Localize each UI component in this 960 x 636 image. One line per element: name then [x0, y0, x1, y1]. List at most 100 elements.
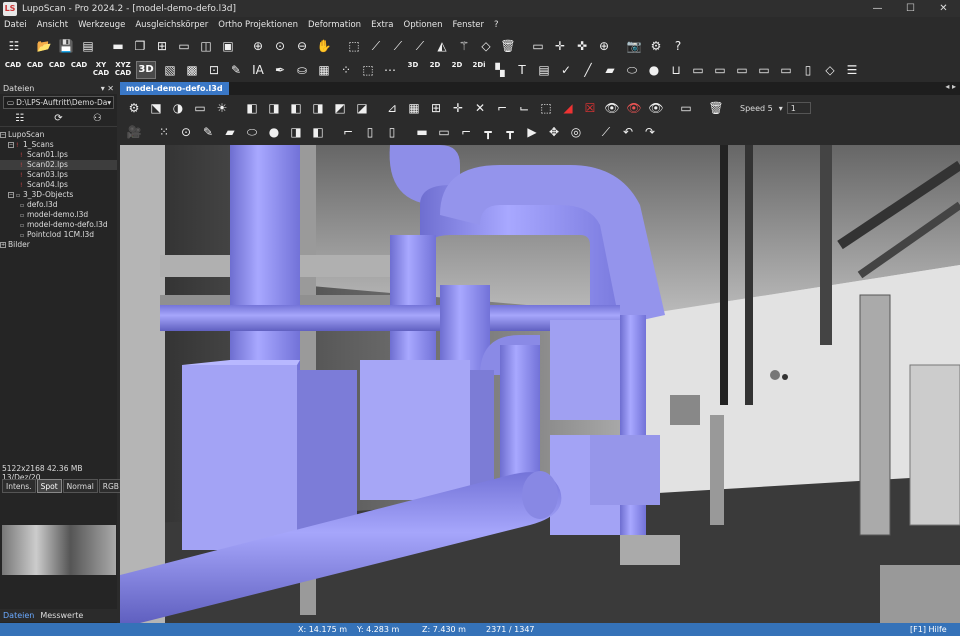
view-3d-button[interactable]: 3D	[136, 61, 156, 79]
open-folder-icon[interactable]: 📂	[36, 38, 52, 54]
cube-front-icon[interactable]: ◧	[244, 100, 260, 116]
fill-icon[interactable]: ◭	[434, 38, 450, 54]
hand-icon[interactable]: ✋	[316, 38, 332, 54]
tab-dateien[interactable]: Dateien	[0, 609, 37, 622]
box3-icon[interactable]: ◧	[310, 124, 326, 140]
elbow-icon[interactable]: ⌐	[458, 124, 474, 140]
screen1-icon[interactable]: ▭	[690, 62, 706, 78]
eye-icon[interactable]: 👁	[604, 100, 620, 116]
menu-ansicht[interactable]: Ansicht	[37, 20, 68, 30]
cad-export4-button[interactable]: CAD	[70, 61, 88, 79]
grid-icon[interactable]: ▦	[406, 100, 422, 116]
tree-node[interactable]: −! 1_Scans	[0, 140, 117, 150]
tab-messwerte[interactable]: Messwerte	[37, 609, 86, 622]
screen4-icon[interactable]: ▭	[756, 62, 772, 78]
crosshair2-icon[interactable]: ✜	[574, 38, 590, 54]
cylinder-icon[interactable]: ⬭	[624, 62, 640, 78]
grid4-icon[interactable]: ⊞	[154, 38, 170, 54]
plane-icon[interactable]: ▰	[602, 62, 618, 78]
list-icon[interactable]: ☰	[844, 62, 860, 78]
split-h-icon[interactable]: ▭	[176, 38, 192, 54]
tree-node[interactable]: ▫ model-demo-defo.l3d	[0, 220, 117, 230]
paint-icon[interactable]: ✎	[228, 62, 244, 78]
menu-werkzeuge[interactable]: Werkzeuge	[78, 20, 125, 30]
windows-icon[interactable]: ❐	[132, 38, 148, 54]
eye-red-icon[interactable]: 👁	[626, 100, 642, 116]
wall-icon[interactable]: ▯	[362, 124, 378, 140]
ruler-icon[interactable]: ▭	[530, 38, 546, 54]
menu-ortho[interactable]: Ortho Projektionen	[218, 20, 298, 30]
corner3-icon[interactable]: ⌐	[340, 124, 356, 140]
crosshair-icon[interactable]: ✛	[552, 38, 568, 54]
perspective-icon[interactable]: ⊿	[384, 100, 400, 116]
eraser2-icon[interactable]: ◇	[822, 62, 838, 78]
speed-control[interactable]: Speed 5 ▾ 1	[740, 102, 811, 114]
checkmark-icon[interactable]: ✓	[558, 62, 574, 78]
dots-icon[interactable]: ⋯	[382, 62, 398, 78]
checker-icon[interactable]: ▚	[492, 62, 508, 78]
minimize-icon[interactable]: —	[861, 0, 894, 17]
tree-node[interactable]: ▫ defo.l3d	[0, 200, 117, 210]
tree-node[interactable]: ! Scan03.lps	[0, 170, 117, 180]
menu-extra[interactable]: Extra	[371, 20, 393, 30]
globe2-icon[interactable]: ◎	[568, 124, 584, 140]
menu-datei[interactable]: Datei	[4, 20, 27, 30]
menu-ausgleichskoerper[interactable]: Ausgleichskörper	[135, 20, 208, 30]
camera-icon[interactable]: 📷	[626, 38, 642, 54]
menu-fenster[interactable]: Fenster	[453, 20, 485, 30]
tee-icon[interactable]: ┳	[480, 124, 496, 140]
speed-arrows-icon[interactable]: ▾	[779, 104, 783, 113]
target-icon[interactable]: ⊕	[596, 38, 612, 54]
document-icon[interactable]: ▤	[536, 62, 552, 78]
plane2-icon[interactable]: ▰	[222, 124, 238, 140]
cube-left-icon[interactable]: ◧	[288, 100, 304, 116]
trash-icon[interactable]: 🗑	[500, 38, 516, 54]
split-v-icon[interactable]: ◫	[198, 38, 214, 54]
corner2-icon[interactable]: ⌙	[516, 100, 532, 116]
xyz-cad-button[interactable]: XYZ CAD	[114, 61, 132, 79]
corner-icon[interactable]: ⌐	[494, 100, 510, 116]
tree-node[interactable]: ! Scan01.lps	[0, 150, 117, 160]
pipette-icon[interactable]: ✎	[200, 124, 216, 140]
monitor-icon[interactable]: ▭	[192, 100, 208, 116]
zoom-icon[interactable]: ⊙	[272, 38, 288, 54]
tree-node[interactable]: − LupoScan	[0, 130, 117, 140]
menu-deformation[interactable]: Deformation	[308, 20, 361, 30]
ia-icon[interactable]: IA	[250, 62, 266, 78]
mesh-icon[interactable]: ▩	[184, 62, 200, 78]
points-icon[interactable]: ⁘	[338, 62, 354, 78]
mode-normal-button[interactable]: Normal	[62, 479, 98, 493]
2di-button[interactable]: 2Di	[470, 61, 488, 79]
speed-value[interactable]: 1	[786, 102, 811, 114]
ls-icon[interactable]: ▤	[80, 38, 96, 54]
tree-node[interactable]: − ▫ 3_3D-Objects	[0, 190, 117, 200]
trash2-icon[interactable]: 🗑	[708, 100, 724, 116]
line-tool-icon[interactable]: ⟋	[368, 38, 384, 54]
line-icon[interactable]: ╱	[580, 62, 596, 78]
cube-right-icon[interactable]: ◨	[310, 100, 326, 116]
tree-icon[interactable]: ☷	[6, 38, 22, 54]
box2-icon[interactable]: ◨	[288, 124, 304, 140]
light-icon[interactable]: ☀	[214, 100, 230, 116]
move-icon[interactable]: ✥	[546, 124, 562, 140]
shape-icon[interactable]: ⊔	[668, 62, 684, 78]
gear-icon[interactable]: ⚙	[648, 38, 664, 54]
wand-icon[interactable]: ⚚	[456, 38, 472, 54]
screen2-icon[interactable]: ▭	[712, 62, 728, 78]
cad-export2-button[interactable]: CAD	[26, 61, 44, 79]
sphere2-icon[interactable]: ●	[266, 124, 282, 140]
eraser-icon[interactable]: ◇	[478, 38, 494, 54]
cylinder2-icon[interactable]: ⬭	[244, 124, 260, 140]
scan-pos-icon[interactable]: ⊙	[178, 124, 194, 140]
document-tab[interactable]: model-demo-defo.l3d	[120, 82, 229, 95]
xy-cad-button[interactable]: XY CAD	[92, 61, 110, 79]
video-icon[interactable]: 🎥	[126, 124, 142, 140]
mode-intensity-button[interactable]: Intens.	[2, 479, 36, 493]
close-view-icon[interactable]: ▣	[220, 38, 236, 54]
settings-icon[interactable]: ⚙	[126, 100, 142, 116]
maximize-icon[interactable]: ☐	[894, 0, 927, 17]
3d-points-button[interactable]: 3D	[404, 61, 422, 79]
pipe-icon[interactable]: ▬	[414, 124, 430, 140]
panel-controls[interactable]: ▾ ✕	[101, 84, 114, 93]
zoom-in-icon[interactable]: ⊕	[250, 38, 266, 54]
